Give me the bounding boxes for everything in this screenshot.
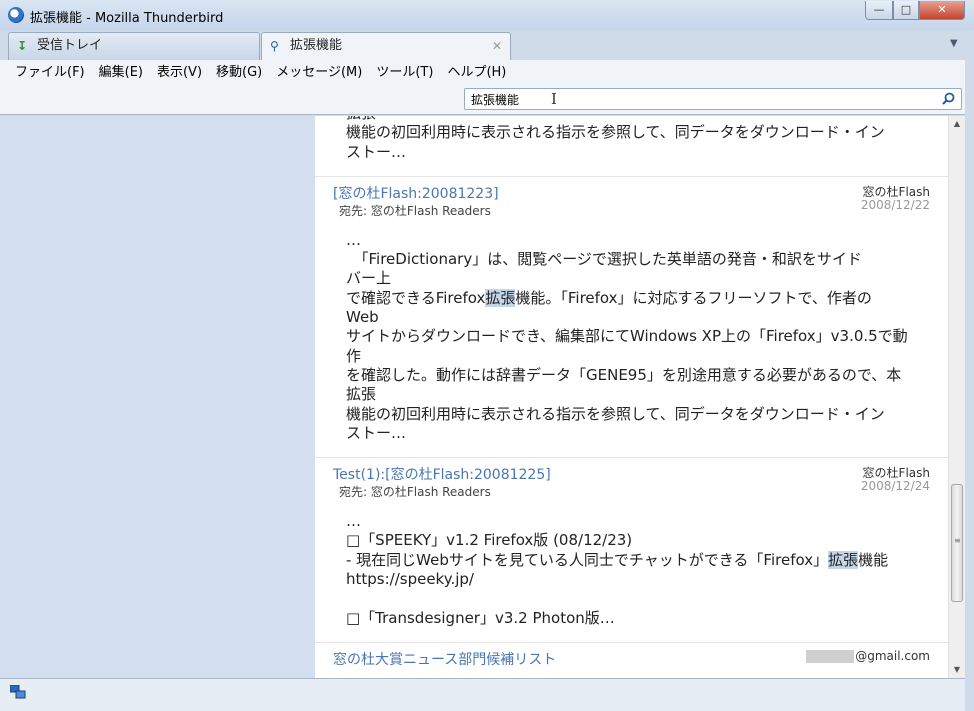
result-recipient: 宛先: 窓の杜Flash Readers: [339, 485, 491, 500]
menu-tools[interactable]: ツール(T): [369, 64, 440, 82]
search-term-highlight: 拡張: [828, 550, 859, 569]
toolbar: ファイル(F) 編集(E) 表示(V) 移動(G) メッセージ(M) ツール(T) ヘルプ(…: [0, 60, 974, 115]
result-snippet: … 「FireDictionary」は、閲覧ページで選択した英単語の発音・和訳を…: [346, 230, 908, 442]
search-result[interactable]: Test(1):[窓の杜Flash:20081225] 宛先: 窓の杜Flash…: [315, 457, 948, 628]
search-value: 拡張機能: [471, 93, 520, 107]
result-date: 2008/12/22: [860, 197, 930, 212]
search-result[interactable]: [窓の杜Flash:20081223] 宛先: 窓の杜Flash Readers…: [315, 175, 948, 443]
menu-edit[interactable]: 編集(E): [92, 64, 150, 82]
tab-inbox[interactable]: ↧ 受信トレイ: [8, 32, 260, 60]
maximize-button[interactable]: □: [893, 1, 919, 20]
tab-label: 受信トレイ: [37, 38, 103, 53]
menu-go[interactable]: 移動(G): [209, 64, 269, 82]
search-input[interactable]: 拡張機能 I: [464, 88, 962, 110]
close-tab-icon[interactable]: ✕: [492, 33, 502, 59]
tab-label: 拡張機能: [290, 38, 343, 53]
window-frame: [965, 60, 974, 711]
menu-file[interactable]: ファイル(F): [8, 64, 92, 82]
search-result[interactable]: 窓の杜大賞ニュース部門候補リスト @gmail.com: [315, 641, 948, 678]
minimize-button[interactable]: —: [865, 1, 893, 20]
search-icon[interactable]: [942, 92, 955, 105]
folder-pane: [0, 116, 315, 678]
result-subject[interactable]: 窓の杜大賞ニュース部門候補リスト: [333, 649, 556, 669]
close-window-button[interactable]: ✕: [919, 1, 965, 20]
result-recipient: 宛先: 窓の杜Flash Readers: [339, 203, 491, 218]
result-fragment: 拡張機能の初回利用時に表示される指示を参照して、同データをダウンロード・インスト…: [315, 116, 948, 162]
redacted-text: [806, 649, 855, 663]
status-bar: [0, 678, 965, 711]
scroll-up-icon[interactable]: ▲: [949, 116, 965, 132]
result-subject[interactable]: [窓の杜Flash:20081223]: [333, 183, 499, 203]
menu-view[interactable]: 表示(V): [150, 64, 209, 82]
download-icon: ↧: [17, 39, 28, 53]
search-icon: ⚲: [270, 39, 279, 53]
scroll-down-icon[interactable]: ▼: [949, 662, 965, 678]
search-term-highlight: 拡張: [485, 288, 516, 307]
scrollbar-thumb[interactable]: ≡: [951, 484, 963, 602]
result-snippet: … □「SPEEKY」v1.2 Firefox版 (08/12/23) - 現在同じ…: [346, 512, 889, 627]
title-bar: 拡張機能 - Mozilla Thunderbird — □ ✕: [0, 0, 974, 30]
tab-search-results[interactable]: ⚲ 拡張機能 ✕: [261, 32, 511, 60]
vertical-scrollbar[interactable]: ▲ ≡ ▼: [948, 116, 965, 678]
tab-list-dropdown-icon[interactable]: ▼: [950, 38, 958, 49]
menu-bar: ファイル(F) 編集(E) 表示(V) 移動(G) メッセージ(M) ツール(T) ヘルプ(…: [8, 64, 513, 84]
menu-help[interactable]: ヘルプ(H): [440, 64, 513, 82]
tab-strip: ↧ 受信トレイ ⚲ 拡張機能 ✕ ▼: [0, 30, 974, 60]
result-subject[interactable]: Test(1):[窓の杜Flash:20081225]: [333, 464, 551, 484]
result-sender: @gmail.com: [806, 649, 930, 663]
menu-message[interactable]: メッセージ(M): [269, 64, 369, 82]
window-title: 拡張機能 - Mozilla Thunderbird: [30, 11, 224, 26]
result-date: 2008/12/24: [860, 479, 930, 494]
thunderbird-logo-icon: [8, 7, 24, 23]
result-snippet: 拡張機能の初回利用時に表示される指示を参照して、同データをダウンロード・インスト…: [346, 116, 885, 161]
text-cursor-icon: I: [551, 90, 557, 108]
online-status-icon[interactable]: [10, 685, 26, 699]
search-results-pane: 拡張機能の初回利用時に表示される指示を参照して、同データをダウンロード・インスト…: [315, 116, 948, 678]
